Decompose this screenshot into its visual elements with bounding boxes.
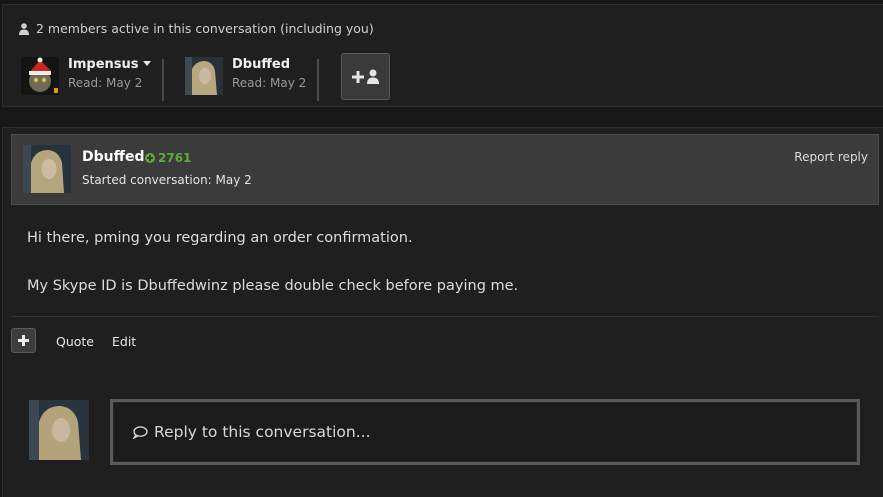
avatar[interactable] [29, 400, 89, 460]
message-paragraph: Hi there, pming you regarding an order c… [27, 230, 413, 246]
more-actions-button[interactable] [11, 328, 36, 353]
member-name[interactable]: Dbuffed [232, 57, 306, 73]
plus-icon [18, 335, 29, 346]
member-read-status: Read: May 2 [232, 76, 307, 90]
plus-icon [352, 70, 364, 83]
avatar[interactable] [23, 145, 71, 193]
reply-box[interactable]: Reply to this conversation... [110, 399, 860, 465]
divider [162, 59, 164, 101]
edit-button[interactable]: Edit [112, 334, 136, 349]
plus-circle-icon [145, 153, 155, 163]
reputation-value: 2761 [158, 151, 192, 165]
message-panel: Dbuffed 2761 Started conversation: May 2… [2, 127, 883, 497]
member-read-status: Read: May 2 [68, 76, 143, 90]
invite-members-button[interactable] [341, 53, 390, 100]
speech-bubble-icon [132, 425, 148, 439]
user-icon [367, 69, 379, 84]
message-paragraph: My Skype ID is Dbuffedwinz please double… [27, 278, 519, 294]
member-name[interactable]: Impensus [68, 57, 139, 72]
members-summary-text: 2 members active in this conversation (i… [36, 21, 374, 36]
message-body: Hi there, pming you regarding an order c… [27, 226, 518, 322]
author-name[interactable]: Dbuffed [82, 149, 144, 165]
user-icon [19, 22, 29, 35]
members-summary: 2 members active in this conversation (i… [19, 21, 374, 36]
members-panel: 2 members active in this conversation (i… [2, 4, 883, 107]
avatar[interactable] [21, 57, 59, 95]
report-reply-link[interactable]: Report reply [794, 150, 868, 164]
started-date: Started conversation: May 2 [82, 173, 252, 187]
reply-input[interactable]: Reply to this conversation... [113, 402, 857, 462]
member-impensus[interactable]: Impensus Read: May 2 [21, 57, 151, 95]
reply-placeholder: Reply to this conversation... [154, 423, 371, 441]
avatar[interactable] [185, 57, 223, 95]
reputation: 2761 [145, 151, 191, 165]
divider [317, 59, 319, 101]
quote-button[interactable]: Quote [56, 334, 94, 349]
divider [11, 316, 879, 317]
message-header: Dbuffed 2761 Started conversation: May 2… [11, 134, 879, 205]
chevron-down-icon[interactable] [142, 61, 151, 66]
member-dbuffed[interactable]: Dbuffed Read: May 2 [185, 57, 306, 95]
